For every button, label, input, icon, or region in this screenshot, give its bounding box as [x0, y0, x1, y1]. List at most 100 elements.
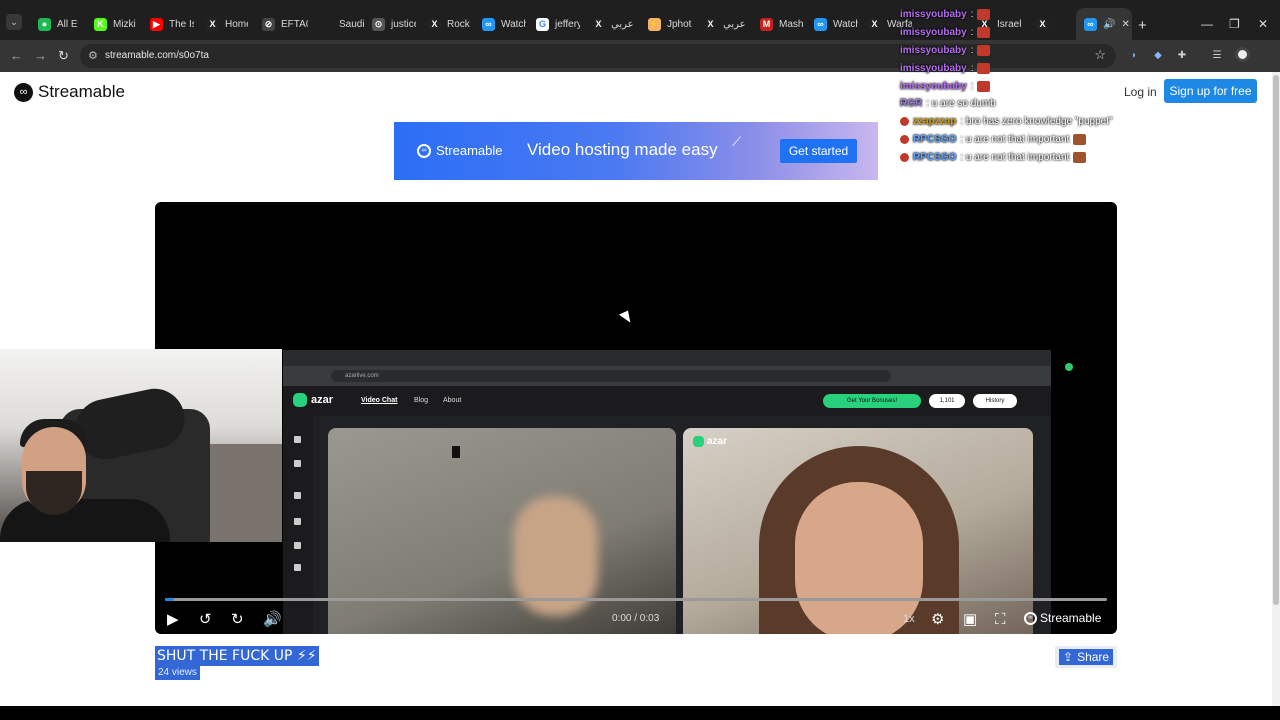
azar-logo: azar [293, 393, 333, 407]
close-window-button[interactable]: ✕ [1258, 17, 1268, 31]
kick-icon: K [94, 17, 107, 31]
chat-emote-icon [977, 80, 991, 92]
youtube-icon: ▶ [150, 17, 163, 31]
chat-badge-icon [900, 134, 909, 144]
chat-message: imissyoubaby: [900, 77, 1160, 95]
tab-label: justice [391, 18, 416, 30]
chat-username: RGR [900, 98, 923, 110]
page-scrollbar[interactable] [1272, 72, 1280, 706]
browser-tab[interactable]: ∞ Watch [806, 8, 858, 40]
browser-tab[interactable]: Gjeffery [528, 8, 580, 40]
browser-tab[interactable]: ▶ The Is [142, 8, 194, 40]
get-started-button[interactable]: Get started [780, 139, 857, 163]
fullscreen-icon[interactable]: ⛶ [995, 610, 1006, 628]
puzzle-icon[interactable]: ✚ [1175, 48, 1189, 62]
chat-text: : bro has zero knowledge "puppet" [960, 116, 1113, 128]
browser-tab[interactable]: ● All Eye [30, 8, 78, 40]
x-icon: X [704, 17, 717, 31]
banner-logo: ∞ Streamable [417, 143, 502, 158]
chat-text: : [970, 27, 974, 39]
chat-emote-icon [977, 44, 991, 56]
chat-badge-icon [900, 152, 909, 162]
share-icon: ⇪ [1063, 650, 1074, 664]
play-icon[interactable]: ▶ [167, 610, 179, 628]
chat-message: imissyoubaby: [900, 24, 1160, 42]
azar-logo-text: azar [311, 394, 334, 406]
picture-in-picture-icon[interactable]: ▣ [963, 610, 977, 628]
stream-chat-overlay: imissyoubaby: imissyoubaby: imissyoubaby: i… [900, 6, 1160, 166]
tab-label: EFTA0 [281, 18, 308, 30]
azar-header: azar Video Chat Blog About Get Your Bonu… [283, 386, 1051, 416]
forward-icon[interactable]: → [34, 48, 47, 63]
blank-icon [320, 17, 333, 31]
bottom-edge [0, 706, 1280, 720]
share-button[interactable]: ⇪ Share [1055, 646, 1117, 668]
tab-label: Rock c [447, 18, 470, 30]
browser-tab[interactable]: X عربي C [584, 8, 636, 40]
azar-history: History [973, 394, 1017, 408]
chat-username: RPCSGO [913, 151, 957, 163]
streamable-logo[interactable]: ∞ Streamable [14, 82, 125, 102]
browser-tab[interactable]: ⊙ justice [364, 8, 416, 40]
azar-watermark-text: azar [707, 436, 728, 447]
profile-avatar[interactable] [1235, 47, 1250, 62]
tab-label: عربي C [611, 18, 636, 30]
forward-skip-icon[interactable]: ↻ [231, 610, 244, 628]
time-display: 0:00 / 0:03 [612, 613, 660, 624]
bolt-icon: ⚡ [648, 17, 661, 31]
chat-emote-icon [977, 27, 991, 39]
tab-label: jeffery [555, 18, 580, 30]
gmail-icon: M [760, 17, 773, 31]
seek-bar[interactable] [165, 598, 1107, 601]
reading-list-icon[interactable]: ☰ [1210, 48, 1224, 62]
volume-icon[interactable]: 🔊 [263, 610, 282, 628]
tab-label: All Eye [57, 18, 78, 30]
player-brand[interactable]: ∞ Streamable [1024, 611, 1101, 625]
site-info-icon[interactable]: ⚙ [88, 49, 98, 62]
streamable-logo-icon: ∞ [14, 82, 33, 102]
player-brand-text: Streamable [1040, 611, 1102, 625]
banner-brand: Streamable [436, 143, 503, 158]
rewind-icon[interactable]: ↺ [199, 610, 212, 628]
tab-label: عربي C [723, 18, 748, 30]
tab-label: Home [225, 18, 248, 30]
browser-tab[interactable]: Saudi_ [312, 8, 364, 40]
streamable-icon: ∞ [814, 17, 827, 31]
spotify-icon: ● [38, 17, 51, 31]
restore-button[interactable]: ❐ [1229, 17, 1240, 31]
browser-tab[interactable]: X Rock c [420, 8, 470, 40]
settings-gear-icon[interactable]: ⚙ [931, 610, 944, 628]
video-player[interactable]: azarlive.com azar Video Chat Blog About … [155, 202, 1117, 634]
browser-tab[interactable]: M Masha [752, 8, 804, 40]
streamable-logo-icon: ∞ [1024, 611, 1037, 625]
globe-icon: ⊘ [262, 17, 275, 31]
streamer-webcam [0, 349, 282, 542]
chat-badge-icon [900, 117, 909, 127]
browser-tab[interactable]: ⊘ EFTA0 [254, 8, 308, 40]
view-count: 24 views [155, 666, 200, 680]
back-icon[interactable]: ← [10, 48, 23, 63]
browser-tab[interactable]: ∞ Watch [474, 8, 526, 40]
azar-gems: 1,101 [929, 394, 965, 408]
browser-tab[interactable]: ⚡ Jphoto [640, 8, 692, 40]
chat-username: RPCSGO [913, 133, 957, 145]
sparkle-icon: ⟋ [732, 134, 742, 149]
browser-tab[interactable]: K Mizkif [86, 8, 136, 40]
chat-message: imissyoubaby: [900, 42, 1160, 60]
promo-banner[interactable]: ∞ Streamable Video hosting made easy ⟋ G… [394, 122, 878, 180]
playback-speed-button[interactable]: 1x [903, 613, 915, 625]
streamable-logo-icon: ∞ [417, 143, 431, 158]
browser-tab[interactable]: X Home [198, 8, 248, 40]
chat-message: imissyoubaby: [900, 59, 1160, 77]
url-text: streamable.com/s0o7ta [105, 50, 209, 61]
chat-message: zzapzzap: bro has zero knowledge "puppet… [900, 113, 1160, 131]
browser-tab[interactable]: X عربي C [696, 8, 748, 40]
tab-label: Jphoto [667, 18, 692, 30]
reload-icon[interactable]: ↻ [58, 48, 69, 64]
minimize-button[interactable]: — [1201, 17, 1213, 31]
seek-bar-fill [165, 598, 175, 601]
tab-search-icon[interactable]: ⌄ [6, 14, 22, 30]
chat-text: : u are not that important [960, 151, 1070, 163]
azar-nav-about: About [443, 397, 462, 404]
signup-button[interactable]: Sign up for free [1164, 79, 1257, 103]
